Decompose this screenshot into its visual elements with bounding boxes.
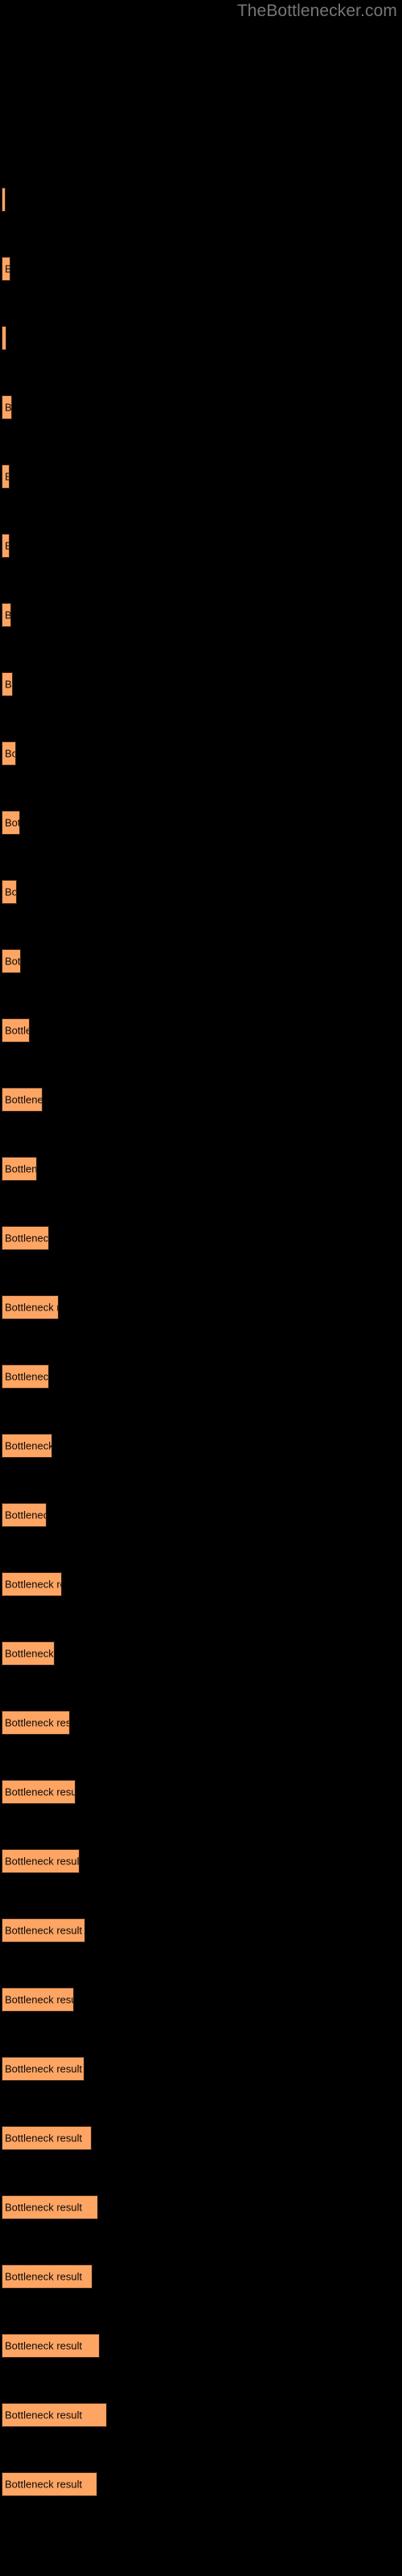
bar-bottleneck-result[interactable]: Bottleneck result [2,1434,52,1458]
bar-bottleneck-result[interactable]: Bottleneck result [2,1295,59,1319]
bar-bottleneck-result[interactable]: Bottleneck result [2,1849,80,1873]
bar-label: Bottleneck result [5,541,9,551]
bar-label: Bottleneck result [5,1024,29,1037]
bar-label: Bottleneck result [5,955,21,968]
bar-bottleneck-result[interactable]: Bottleneck result [2,2472,97,2496]
bar-label: Bottleneck result [5,1370,49,1383]
bar-bottleneck-result[interactable]: Bottleneck result [2,2264,92,2289]
bar-bottleneck-result[interactable]: Bottleneck result [2,1988,74,2012]
bar-label: Bottleneck result [5,333,6,344]
bar-bottleneck-result[interactable]: Bottleneck result [2,1364,49,1389]
bar-label: Bottleneck result [5,747,15,760]
bar-bottleneck-result[interactable]: Bottleneck result [2,1572,62,1596]
bar-label: Bottleneck result [5,1162,37,1175]
bar-label: Bottleneck result [5,678,12,691]
bar-bottleneck-result[interactable]: Bottleneck result [2,880,17,904]
bar-bottleneck-result[interactable]: Bottleneck result [2,257,10,281]
bar-label: Bottleneck result [5,472,9,482]
bar-bottleneck-result[interactable]: Bottleneck result [2,2334,100,2358]
bar-label: Bottleneck result [5,1785,76,1798]
bar-label: Bottleneck result [5,2409,83,2421]
bar-bottleneck-result[interactable]: Bottleneck result [2,1711,70,1735]
bar-label: Bottleneck result [5,1232,49,1245]
bar-bottleneck-result[interactable]: Bottleneck result [2,672,13,696]
bar-label: Bottleneck result [5,1301,58,1314]
bar-label: Bottleneck result [5,816,19,829]
bar-label: Bottleneck result [5,1855,80,1868]
bar-label: Bottleneck result [5,1093,43,1106]
bar-bottleneck-result[interactable]: Bottleneck result [2,2126,92,2150]
bar-bottleneck-result[interactable]: Bottleneck result [2,1918,85,1942]
bar-bottleneck-result[interactable]: Bottleneck result [2,534,10,558]
bar-bottleneck-result[interactable]: Bottleneck result [2,1018,30,1042]
bar-label: Bottleneck result [5,195,6,205]
bar-label: Bottleneck result [5,1439,52,1452]
bar-bottleneck-result[interactable]: Bottleneck result [2,949,21,973]
bar-bottleneck-result[interactable]: Bottleneck result [2,188,6,212]
bar-bottleneck-result[interactable]: Bottleneck result [2,1503,47,1527]
bar-bottleneck-result[interactable]: Bottleneck result [2,2195,98,2219]
bar-bottleneck-result[interactable]: Bottleneck result [2,395,12,419]
bar-label: Bottleneck result [5,2062,83,2075]
bar-label: Bottleneck result [5,2478,83,2491]
bar-bottleneck-result[interactable]: Bottleneck result [2,1226,49,1250]
bar-label: Bottleneck result [5,2270,83,2283]
bar-label: Bottleneck result [5,1578,61,1591]
bar-bottleneck-result[interactable]: Bottleneck result [2,741,16,766]
bar-label: Bottleneck result [5,886,17,898]
horizontal-bar-chart: Bottleneck result Bottleneck result Bottle… [0,0,402,2576]
bar-label: Bottleneck result [5,2339,83,2352]
bar-label: Bottleneck result [5,1647,54,1660]
bar-bottleneck-result[interactable]: Bottleneck result [2,2403,107,2427]
bar-label: Bottleneck result [5,1924,83,1937]
bar-bottleneck-result[interactable]: Bottleneck result [2,1641,55,1666]
bar-bottleneck-result[interactable]: Bottleneck result [2,464,10,489]
bar-label: Bottleneck result [5,264,10,275]
bar-label: Bottleneck result [5,401,12,414]
bar-bottleneck-result[interactable]: Bottleneck result [2,1088,43,1112]
bar-bottleneck-result[interactable]: Bottleneck result [2,326,6,350]
bar-bottleneck-result[interactable]: Bottleneck result [2,603,11,627]
bar-label: Bottleneck result [5,1716,70,1729]
bar-label: Bottleneck result [5,2201,83,2214]
bar-bottleneck-result[interactable]: Bottleneck result [2,811,20,835]
bar-label: Bottleneck result [5,1993,73,2006]
bar-label: Bottleneck result [5,2132,83,2145]
bar-bottleneck-result[interactable]: Bottleneck result [2,2057,84,2081]
bar-bottleneck-result[interactable]: Bottleneck result [2,1780,76,1804]
bar-label: Bottleneck result [5,1509,46,1521]
bar-label: Bottleneck result [5,609,11,621]
bar-bottleneck-result[interactable]: Bottleneck result [2,1157,37,1181]
